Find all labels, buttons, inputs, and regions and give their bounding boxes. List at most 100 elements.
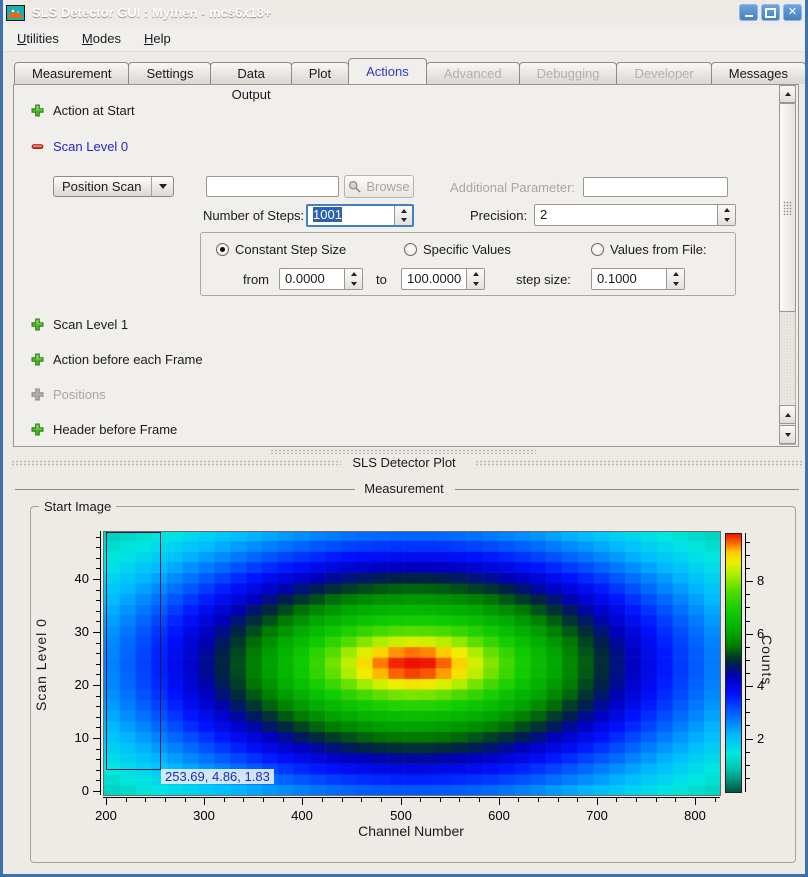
scan-level-0-row[interactable]: Scan Level 0 [31, 139, 128, 154]
step-spin-down-button[interactable] [667, 279, 684, 289]
tick-mark [126, 798, 127, 802]
scan-mode-value: Position Scan [54, 179, 151, 194]
tick-mark [96, 727, 100, 728]
radio-specific-values[interactable]: Specific Values [404, 242, 511, 257]
step-size-spinbox[interactable]: 0.1000 [591, 268, 685, 290]
tick-mark [695, 798, 696, 805]
positions-label: Positions [53, 387, 106, 402]
steps-spin-down-button[interactable] [395, 216, 412, 226]
tick-mark [518, 798, 519, 802]
tick-mark [96, 558, 100, 559]
tick-mark [746, 686, 753, 687]
tab-messages[interactable]: Messages [711, 62, 806, 84]
specific-values-label: Specific Values [423, 242, 511, 257]
tab-actions[interactable]: Actions [348, 58, 427, 84]
tick-mark [96, 770, 100, 771]
colorbar-title: Counts [755, 598, 775, 723]
to-spin-down-button[interactable] [467, 279, 484, 289]
tick-mark [746, 673, 750, 674]
tick-mark [93, 685, 100, 686]
scrollbar-up-button-2[interactable] [779, 405, 796, 424]
to-label: to [376, 272, 387, 287]
from-spin-down-button[interactable] [345, 279, 362, 289]
menu-modes[interactable]: Modes [73, 28, 130, 49]
to-value: 100.0000 [407, 271, 467, 286]
tick-mark [100, 531, 101, 795]
number-of-steps-spinbox[interactable]: 1001 [306, 204, 414, 227]
tick-mark [746, 712, 750, 713]
start-image-title: Start Image [39, 499, 116, 514]
tab-advanced: Advanced [426, 62, 520, 84]
steps-spin-up-button[interactable] [395, 206, 412, 216]
tick-mark [440, 798, 441, 802]
heatmap-plot-canvas[interactable] [103, 531, 721, 796]
chevron-down-icon [159, 184, 167, 189]
menu-help[interactable]: Help [135, 28, 180, 49]
action-before-each-frame-row[interactable]: Action before each Frame [31, 352, 203, 367]
tick-mark [746, 634, 753, 635]
tick-mark [577, 798, 578, 802]
tick-mark [420, 798, 421, 802]
spin-down-icon [401, 218, 407, 222]
scrollbar-up-button[interactable] [779, 85, 796, 103]
step-spin-up-button[interactable] [667, 269, 684, 279]
additional-parameter-label: Additional Parameter: [450, 180, 575, 195]
action-at-start-row[interactable]: Action at Start [31, 103, 135, 118]
tick-mark [616, 798, 617, 802]
tick-mark [746, 607, 750, 608]
tick-mark [96, 643, 100, 644]
tick-label: 700 [572, 808, 622, 823]
radio-icon [591, 243, 604, 256]
minimize-button[interactable] [739, 4, 758, 21]
close-button[interactable]: ✕ [783, 4, 802, 21]
tick-mark [93, 632, 100, 633]
tick-mark [322, 798, 323, 802]
tick-mark [106, 798, 107, 805]
constant-step-size-label: Constant Step Size [235, 242, 346, 257]
splitter-handle[interactable] [270, 449, 536, 454]
magnifier-icon [348, 180, 361, 193]
tick-mark [224, 798, 225, 802]
tick-mark [96, 621, 100, 622]
radio-values-from-file[interactable]: Values from File: [591, 242, 707, 257]
to-spin-up-button[interactable] [467, 269, 484, 279]
tick-mark [96, 568, 100, 569]
scrollbar-thumb[interactable] [779, 103, 796, 312]
scan-mode-select[interactable]: Position Scan [53, 176, 174, 197]
from-label: from [243, 272, 269, 287]
tick-label: 300 [179, 808, 229, 823]
step-size-label: step size: [516, 272, 571, 287]
tab-plot[interactable]: Plot [291, 62, 349, 84]
radio-constant-step-size[interactable]: Constant Step Size [216, 242, 346, 257]
precision-spin-down-button[interactable] [718, 215, 735, 225]
tick-mark [93, 791, 100, 792]
maximize-button[interactable] [761, 4, 780, 21]
from-value: 0.0000 [285, 271, 343, 286]
to-spinbox[interactable]: 100.0000 [401, 268, 485, 290]
tab-measurement[interactable]: Measurement [14, 62, 129, 84]
tick-mark [96, 706, 100, 707]
menu-utilities[interactable]: Utilities [8, 28, 68, 49]
scan-level-1-row[interactable]: Scan Level 1 [31, 317, 128, 332]
tick-mark [96, 664, 100, 665]
scan-script-input[interactable] [206, 176, 339, 197]
tab-settings[interactable]: Settings [128, 62, 211, 84]
from-spin-up-button[interactable] [345, 269, 362, 279]
tick-mark [746, 725, 750, 726]
tab-data-output[interactable]: Data Output [210, 62, 291, 84]
additional-parameter-input[interactable] [583, 177, 728, 197]
tick-mark [746, 594, 750, 595]
menu-bar: Utilities Modes Help [3, 25, 805, 52]
colorbar [725, 533, 742, 793]
header-before-frame-row[interactable]: Header before Frame [31, 422, 177, 437]
tick-mark [96, 547, 100, 548]
maximize-icon [765, 8, 776, 18]
scrollbar-down-button[interactable] [779, 425, 796, 444]
precision-spin-up-button[interactable] [718, 205, 735, 215]
tick-mark [96, 717, 100, 718]
radio-selected-icon [216, 243, 229, 256]
from-spinbox[interactable]: 0.0000 [279, 268, 363, 290]
title-bar[interactable]: SLS Detector GUI : Mythen - mcs6x18+ ✕ [0, 0, 808, 25]
scan-level-0-label: Scan Level 0 [53, 139, 128, 154]
precision-spinbox[interactable]: 2 [534, 204, 736, 226]
